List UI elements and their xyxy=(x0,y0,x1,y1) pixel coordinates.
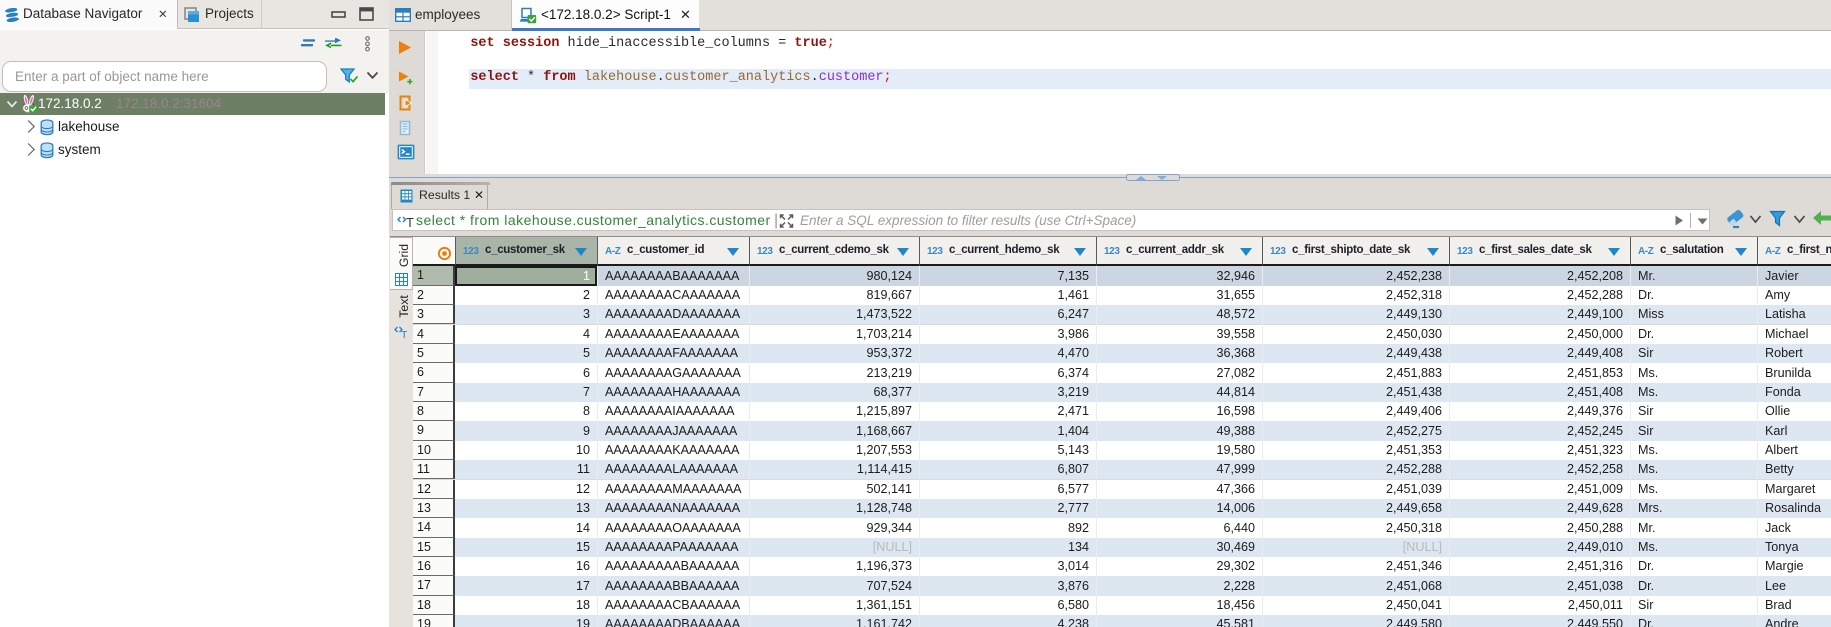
svg-text:T: T xyxy=(401,329,408,339)
svg-text:T: T xyxy=(406,215,414,230)
